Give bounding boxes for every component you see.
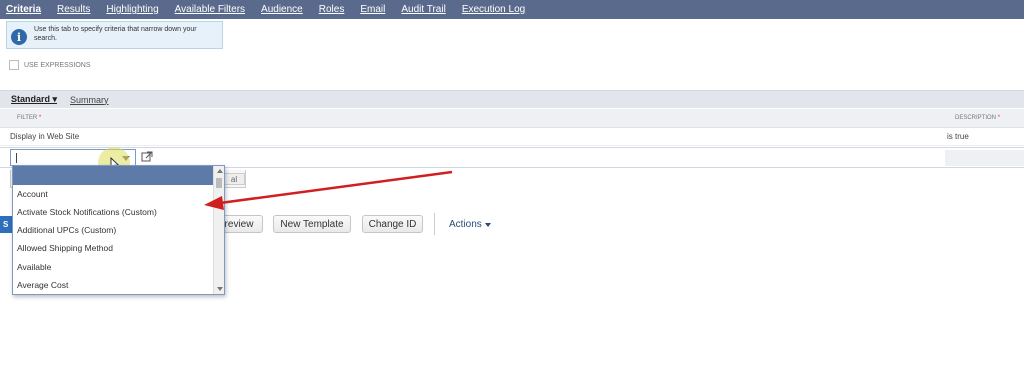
arrow-shaft: [219, 170, 453, 205]
scroll-up-icon[interactable]: [217, 169, 223, 173]
actions-menu[interactable]: Actions: [449, 219, 491, 230]
subtab-summary[interactable]: Summary: [70, 95, 109, 105]
criteria-grid-header: FILTER * DESCRIPTION *: [0, 109, 1024, 128]
tab-highlighting[interactable]: Highlighting: [106, 4, 158, 15]
caret-down-icon: [484, 222, 491, 227]
scroll-down-icon[interactable]: [217, 287, 223, 291]
row-description-value: is true: [947, 132, 969, 141]
top-tab-bar: Criteria Results Highlighting Available …: [0, 0, 1024, 19]
toolbar-divider: [434, 213, 435, 235]
tab-execution-log[interactable]: Execution Log: [462, 4, 525, 15]
dropdown-option-activate-stock-notifications[interactable]: Activate Stock Notifications (Custom): [17, 207, 157, 217]
criteria-subtabs: Standard ▾ Summary: [0, 90, 1024, 108]
dropdown-option-account[interactable]: Account: [17, 189, 48, 199]
filter-dropdown-list[interactable]: Account Activate Stock Notifications (Cu…: [12, 165, 225, 295]
open-popup-icon[interactable]: [141, 151, 153, 163]
tab-roles[interactable]: Roles: [319, 4, 345, 15]
description-cell[interactable]: [945, 150, 1024, 166]
tab-available-filters[interactable]: Available Filters: [175, 4, 245, 15]
subtab-standard[interactable]: Standard ▾: [11, 94, 57, 105]
table-row[interactable]: Display in Web Site is true: [0, 128, 1024, 146]
filter-column-header: FILTER *: [17, 115, 42, 121]
actions-label: Actions: [449, 219, 482, 230]
new-template-button[interactable]: New Template: [273, 215, 351, 233]
description-column-header: DESCRIPTION *: [955, 115, 1001, 121]
use-expressions-option[interactable]: USE EXPRESSIONS: [9, 60, 91, 70]
row-button-partial[interactable]: al: [223, 173, 245, 185]
tab-audit-trail[interactable]: Audit Trail: [401, 4, 445, 15]
dropdown-option-average-cost[interactable]: Average Cost: [17, 280, 68, 290]
tab-audience[interactable]: Audience: [261, 4, 303, 15]
change-id-button[interactable]: Change ID: [362, 215, 423, 233]
dropdown-selected-blank-item[interactable]: [13, 166, 213, 185]
info-banner: i Use this tab to specify criteria that …: [6, 21, 223, 49]
dropdown-scrollbar[interactable]: [213, 166, 224, 294]
info-text: Use this tab to specify criteria that na…: [34, 26, 197, 42]
dropdown-option-allowed-shipping-method[interactable]: Allowed Shipping Method: [17, 243, 113, 253]
dropdown-option-available[interactable]: Available: [17, 262, 51, 272]
tab-results[interactable]: Results: [57, 4, 90, 15]
use-expressions-label: USE EXPRESSIONS: [24, 61, 91, 69]
scroll-thumb[interactable]: [216, 178, 222, 188]
row-filter-value: Display in Web Site: [10, 132, 80, 141]
tab-criteria[interactable]: Criteria: [6, 4, 41, 15]
tab-email[interactable]: Email: [360, 4, 385, 15]
dropdown-option-additional-upcs[interactable]: Additional UPCs (Custom): [17, 225, 116, 235]
text-caret: [16, 153, 17, 163]
use-expressions-checkbox[interactable]: [9, 60, 19, 70]
info-icon: i: [11, 29, 27, 45]
